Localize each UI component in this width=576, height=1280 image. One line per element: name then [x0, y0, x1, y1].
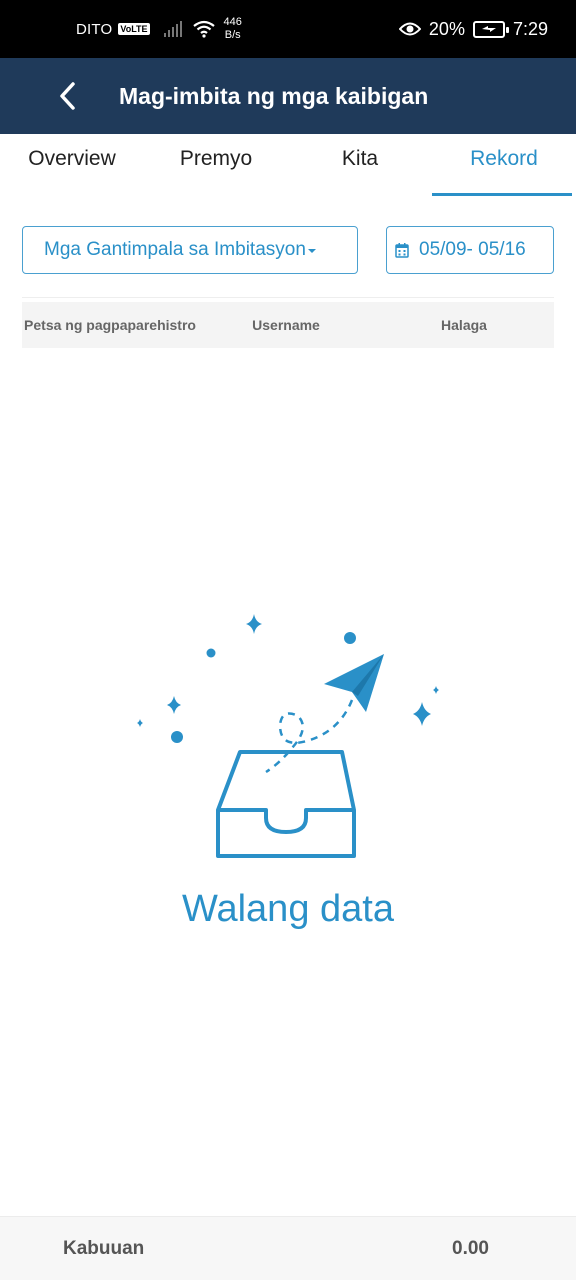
sparkle-icon [246, 614, 262, 634]
battery-icon [472, 20, 509, 38]
battery-percent: 20% [428, 18, 465, 39]
status-bar-right: 20% 7:29 [398, 0, 548, 58]
chevron-left-icon [60, 82, 75, 110]
calendar-icon [395, 242, 409, 258]
carrier-name: DITO [76, 20, 113, 38]
sparkle-icon [167, 696, 181, 714]
reward-type-selected: Mga Gantimpala sa Imbitasyon [44, 239, 306, 260]
tab-rekord[interactable]: Rekord [432, 134, 576, 196]
signal-icon [163, 21, 182, 37]
empty-inbox-illustration [137, 614, 439, 858]
date-range-text: 05/09- 05/16 [419, 239, 526, 260]
paper-plane-icon [324, 654, 384, 712]
network-speed-unit: B/s [224, 29, 241, 41]
volte-badge: VoLTE [118, 23, 150, 35]
network-speed-value: 446 [223, 16, 242, 28]
inbox-tray-icon [216, 750, 356, 858]
page-title: Mag-imbita ng mga kaibigan [119, 83, 429, 109]
status-bar: DITO VoLTE 446 B/s 20% 7:29 [0, 0, 576, 58]
empty-state-text: Walang data [182, 888, 394, 930]
flight-path [265, 699, 354, 774]
wifi-icon [192, 20, 215, 38]
clock: 7:29 [512, 18, 548, 39]
reward-type-dropdown[interactable]: Mga Gantimpala sa Imbitasyon [22, 226, 358, 274]
back-button[interactable] [48, 76, 88, 116]
dot [171, 731, 183, 743]
tab-kita[interactable]: Kita [288, 134, 432, 196]
eye-icon [398, 22, 421, 36]
total-value: 0.00 [452, 1238, 489, 1259]
tab-overview[interactable]: Overview [0, 134, 144, 196]
dot [344, 632, 356, 644]
tab-bar: Overview Premyo Kita Rekord [0, 134, 576, 196]
sparkle-icon [413, 702, 431, 726]
status-bar-left: DITO VoLTE 446 B/s [76, 0, 242, 58]
column-header-amount: Halaga [441, 317, 487, 333]
sparkle-icon [433, 686, 439, 694]
column-header-registration-date: Petsa ng pagpaparehistro [24, 317, 196, 333]
date-range-picker[interactable]: 05/09- 05/16 [386, 226, 554, 274]
column-header-username: Username [252, 317, 320, 333]
sparkle-icon [137, 719, 143, 727]
caret-down-icon [307, 249, 316, 253]
tab-premyo[interactable]: Premyo [144, 134, 288, 196]
total-footer: Kabuuan 0.00 [0, 1216, 576, 1280]
total-label: Kabuuan [63, 1238, 145, 1259]
dot [206, 648, 216, 658]
network-speed: 446 B/s [224, 16, 242, 42]
table-header: Petsa ng pagpaparehistro Username Halaga [22, 302, 554, 348]
app-header: Mag-imbita ng mga kaibigan [0, 58, 576, 134]
divider [22, 297, 554, 298]
